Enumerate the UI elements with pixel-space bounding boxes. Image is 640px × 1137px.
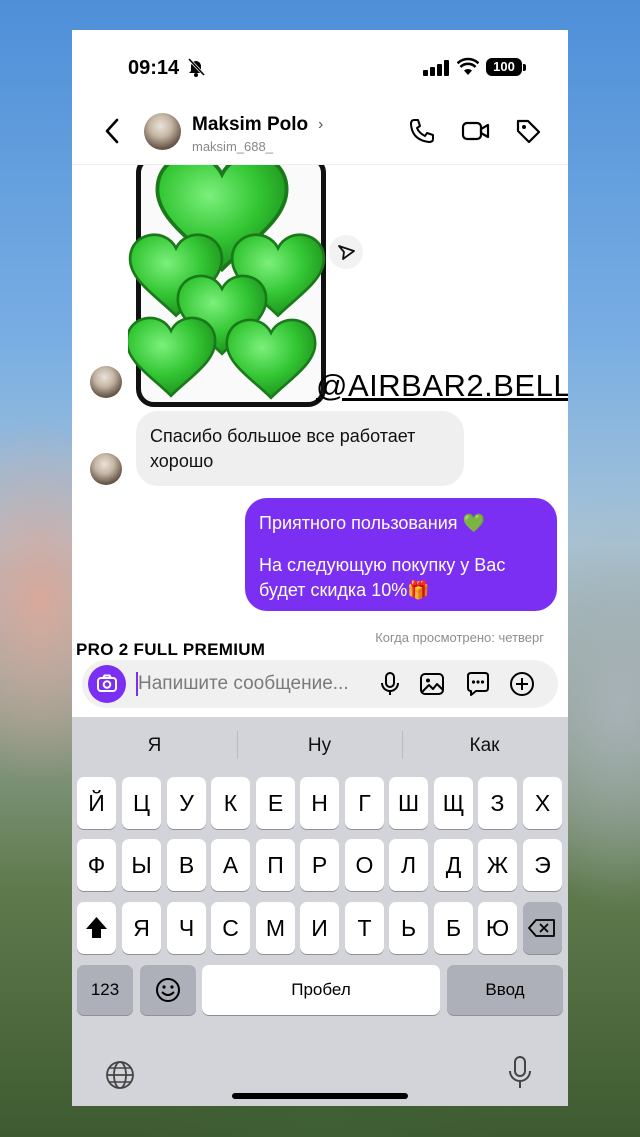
watermark-text: @AIRBAR2.BELL — [316, 368, 568, 403]
sender-avatar[interactable] — [90, 366, 122, 398]
key[interactable]: Н — [300, 777, 339, 829]
status-bar: 09:14 100 — [72, 30, 568, 100]
camera-button[interactable] — [88, 665, 126, 703]
key[interactable]: Х — [523, 777, 562, 829]
status-time: 09:14 — [128, 57, 180, 79]
battery-indicator: 100 — [486, 58, 522, 76]
key[interactable]: Ф — [77, 839, 116, 891]
chevron-left-icon[interactable] — [100, 116, 124, 146]
emoji-icon — [156, 978, 180, 1002]
cellular-icon — [423, 60, 449, 76]
wifi-icon — [457, 57, 479, 75]
key[interactable]: Р — [300, 839, 339, 891]
send-icon — [338, 245, 355, 260]
key[interactable]: П — [256, 839, 295, 891]
key[interactable]: Б — [434, 902, 473, 954]
key[interactable]: Д — [434, 839, 473, 891]
message-input[interactable]: Напишите сообщение... — [138, 673, 366, 695]
key[interactable]: Е — [256, 777, 295, 829]
key[interactable]: К — [211, 777, 250, 829]
tag-icon[interactable] — [514, 117, 542, 145]
backspace-icon — [528, 919, 555, 937]
incoming-message-bubble[interactable]: Спасибо большое все работает хорошо — [136, 411, 464, 486]
key[interactable]: Г — [345, 777, 384, 829]
space-key[interactable]: Пробел — [202, 965, 440, 1015]
key[interactable]: Т — [345, 902, 384, 954]
keyboard: Я Ну Как Й Ц У К Е Н Г Ш Щ З Х Ф Ы В А П… — [72, 717, 568, 1106]
return-key[interactable]: Ввод — [447, 965, 563, 1015]
key[interactable]: Й — [77, 777, 116, 829]
key[interactable]: В — [167, 839, 206, 891]
key[interactable]: Э — [523, 839, 562, 891]
key[interactable]: Л — [389, 839, 428, 891]
suggestion[interactable]: Я — [72, 717, 237, 771]
outgoing-message-line: Приятного пользования 💚 — [259, 513, 485, 533]
video-icon[interactable] — [461, 117, 491, 145]
dictation-microphone-icon[interactable] — [507, 1055, 533, 1091]
key[interactable]: Ы — [122, 839, 161, 891]
outgoing-message-bubble[interactable]: Приятного пользования 💚 На следующую пок… — [245, 498, 557, 611]
plus-circle-icon[interactable] — [508, 670, 536, 698]
key[interactable]: И — [300, 902, 339, 954]
key[interactable]: Ь — [389, 902, 428, 954]
suggestion[interactable]: Ну — [237, 717, 402, 771]
chat-header: Maksim Polo › maksim_688_ — [72, 102, 568, 165]
key[interactable]: Ю — [478, 902, 517, 954]
chevron-right-icon[interactable]: › — [318, 116, 323, 134]
key[interactable]: Ц — [122, 777, 161, 829]
key[interactable]: С — [211, 902, 250, 954]
green-hearts-sticker — [128, 165, 326, 400]
seen-status: Когда просмотрено: четверг — [375, 630, 544, 645]
contact-avatar[interactable] — [144, 113, 181, 150]
microphone-icon[interactable] — [376, 670, 404, 698]
share-button[interactable] — [329, 235, 363, 269]
battery-cap — [523, 64, 526, 71]
image-icon[interactable] — [418, 670, 446, 698]
camera-icon — [97, 674, 117, 692]
message-thread[interactable]: @AIRBAR2.BELL Спасибо большое все работа… — [72, 165, 568, 660]
backspace-key[interactable] — [523, 902, 562, 954]
key[interactable]: Ж — [478, 839, 517, 891]
key[interactable]: З — [478, 777, 517, 829]
key[interactable]: О — [345, 839, 384, 891]
phone-screen: 09:14 100 Maksim Polo › maksim_688_ @AIR… — [72, 30, 568, 1106]
key[interactable]: Щ — [434, 777, 473, 829]
key[interactable]: Ч — [167, 902, 206, 954]
overlay-caption: PRO 2 FULL PREMIUM — [76, 640, 266, 659]
key[interactable]: У — [167, 777, 206, 829]
shift-key[interactable] — [77, 902, 116, 954]
sticker-icon[interactable] — [464, 670, 492, 698]
numbers-key[interactable]: 123 — [77, 965, 133, 1015]
key[interactable]: М — [256, 902, 295, 954]
message-composer: Напишите сообщение... — [82, 660, 558, 708]
contact-name[interactable]: Maksim Polo — [192, 114, 308, 136]
key[interactable]: Я — [122, 902, 161, 954]
bell-slash-icon — [187, 57, 206, 77]
key[interactable]: Ш — [389, 777, 428, 829]
sender-avatar[interactable] — [90, 453, 122, 485]
suggestion[interactable]: Как — [402, 717, 567, 771]
key[interactable]: А — [211, 839, 250, 891]
outgoing-message-line: На следующую покупку у Вас будет скидка … — [259, 555, 506, 600]
phone-icon[interactable] — [408, 117, 436, 145]
emoji-key[interactable] — [140, 965, 196, 1015]
shift-icon — [86, 917, 107, 938]
globe-icon[interactable] — [104, 1059, 136, 1091]
home-indicator — [232, 1093, 408, 1099]
contact-username[interactable]: maksim_688_ — [192, 139, 273, 154]
